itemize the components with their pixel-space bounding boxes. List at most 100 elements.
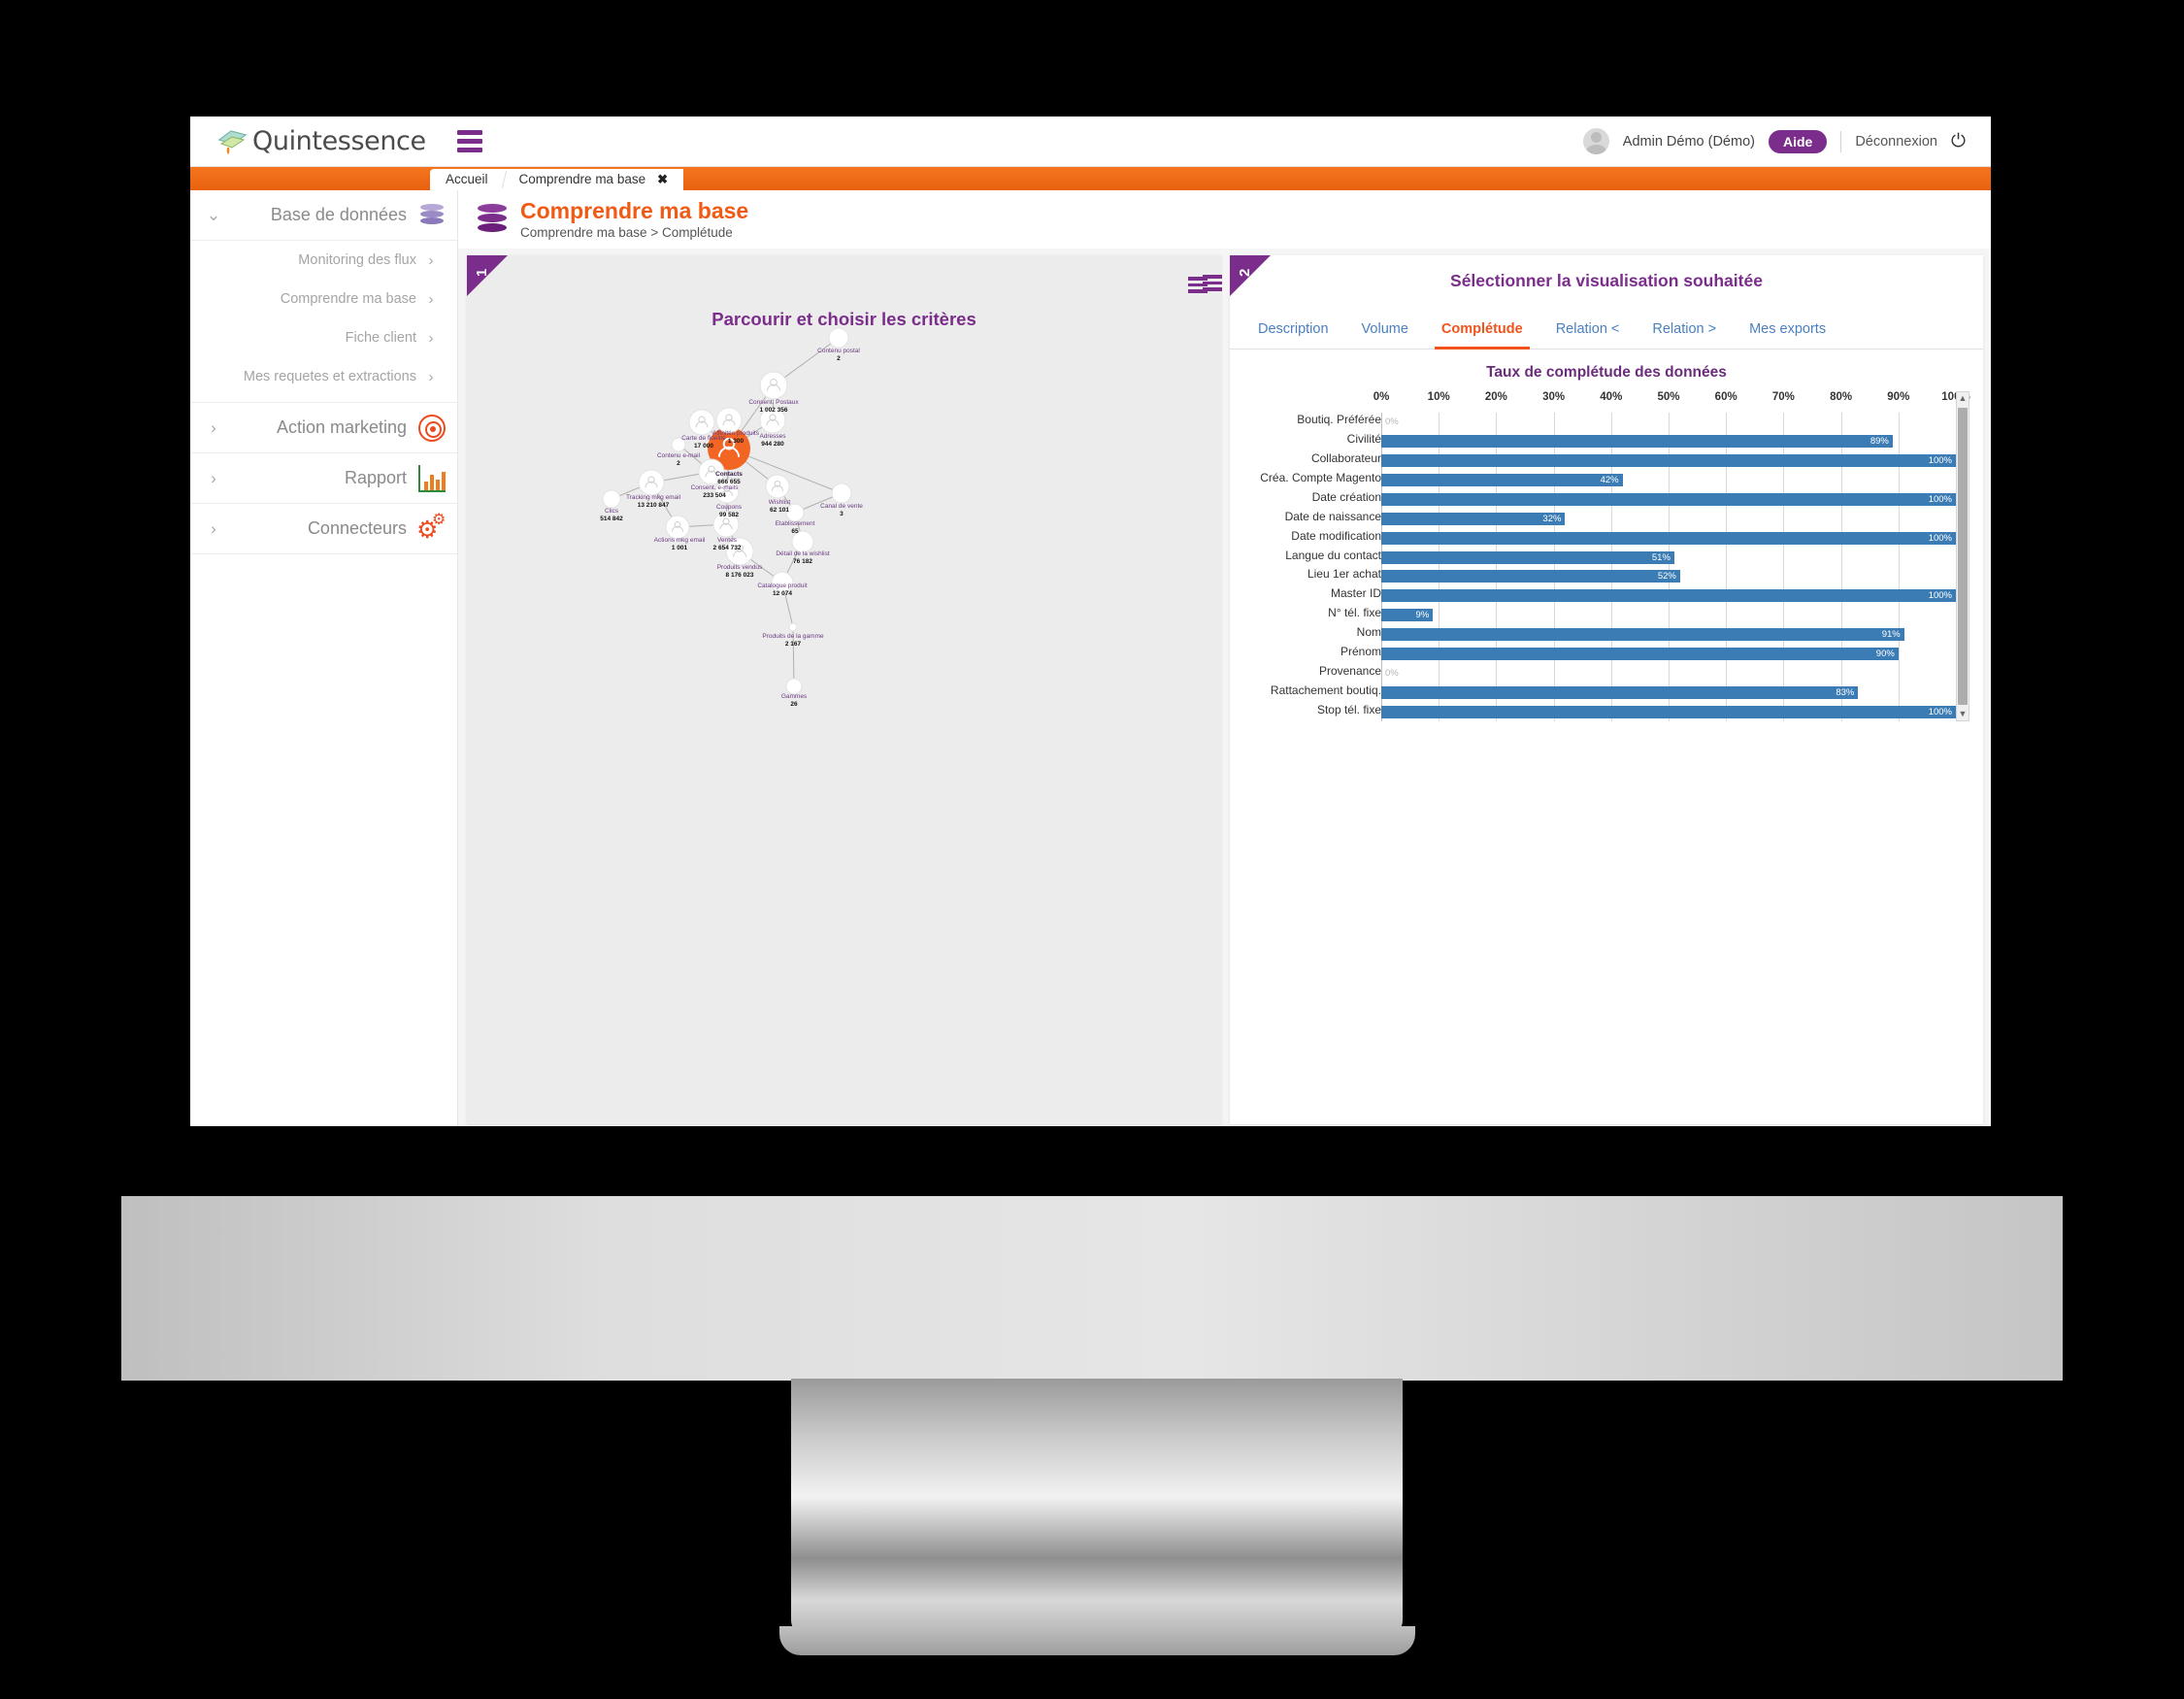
graph-node[interactable]: [785, 503, 805, 522]
tab-relation-out[interactable]: Relation >: [1636, 310, 1733, 350]
bar-value-label: 100%: [1928, 455, 1952, 467]
graph-node[interactable]: [771, 571, 794, 594]
sidebar-item-mes-requetes-et-extractions[interactable]: Mes requetes et extractions ›: [190, 357, 457, 396]
sidebar: ⌄ Base de données Monitoring des flux › …: [190, 190, 458, 1126]
bar-value-label: 90%: [1875, 648, 1895, 659]
scroll-down-arrow-icon[interactable]: ▼: [1957, 708, 1969, 720]
avatar[interactable]: [1582, 128, 1609, 154]
tab-description[interactable]: Description: [1241, 310, 1345, 350]
chart-bar-row[interactable]: Lieu 1er achat 52%: [1243, 567, 1969, 583]
chart-bar-row[interactable]: Collaborateur 100%: [1243, 451, 1969, 468]
sidebar-item-label: Mes requetes et extractions: [243, 369, 416, 384]
chart-bar-row[interactable]: Civilité 89%: [1243, 432, 1969, 449]
graph-node[interactable]: [791, 530, 814, 553]
main-menu-hamburger-icon[interactable]: [456, 130, 482, 152]
logout-link[interactable]: Déconnexion: [1855, 134, 1937, 150]
bar-value-label: 9%: [1415, 610, 1430, 621]
tab-relation-in[interactable]: Relation <: [1539, 310, 1637, 350]
x-axis-tick: 50%: [1657, 391, 1680, 403]
chart-bar-row[interactable]: Date création 100%: [1243, 490, 1969, 506]
criteria-network-graph[interactable]: [467, 255, 1221, 1124]
tab-label: Comprendre ma base: [518, 172, 646, 186]
viz-panel-menu-icon[interactable]: [1203, 275, 1222, 291]
chart-bar[interactable]: 90%: [1381, 647, 1899, 660]
chart-bar[interactable]: 42%: [1381, 474, 1623, 487]
chart-bar[interactable]: 52%: [1381, 570, 1680, 583]
chart-bar-row[interactable]: Date de naissance 32%: [1243, 510, 1969, 525]
bar-category-label: Master ID: [1330, 586, 1381, 601]
chart-bar[interactable]: 100%: [1381, 492, 1956, 506]
breadcrumb: Comprendre ma base > Complétude: [520, 224, 733, 240]
sidebar-item-fiche-client[interactable]: Fiche client ›: [190, 318, 457, 357]
bar-category-label: Créa. Compte Magento: [1260, 471, 1381, 485]
chart-bar[interactable]: 51%: [1381, 550, 1674, 564]
x-axis-tick: 80%: [1830, 391, 1853, 403]
chart-bar-row[interactable]: Date modification 100%: [1243, 529, 1969, 545]
tab-comprendre-ma-base[interactable]: Comprendre ma base ✖: [503, 169, 684, 191]
chart-bar[interactable]: 9%: [1381, 609, 1434, 622]
graph-panel: 1 Parcourir et choisir les critères Cont…: [467, 255, 1221, 1124]
chevron-right-icon: ›: [428, 368, 434, 385]
chart-bar[interactable]: 100%: [1381, 454, 1956, 468]
sidebar-group-connecteurs[interactable]: › Connecteurs: [190, 504, 457, 554]
tab-completude[interactable]: Complétude: [1425, 310, 1539, 350]
chart-scrollbar[interactable]: ▲ ▼: [1956, 391, 1969, 721]
tab-volume[interactable]: Volume: [1345, 310, 1425, 350]
power-icon[interactable]: ⏻: [1951, 132, 1966, 150]
bar-value-label: 32%: [1542, 513, 1562, 524]
chart-title: Taux de complétude des données: [1486, 364, 1727, 381]
chart-bar[interactable]: 100%: [1381, 531, 1956, 545]
chart-bar-row[interactable]: Stop tél. fixe 100%: [1243, 703, 1969, 718]
scroll-up-arrow-icon[interactable]: ▲: [1957, 392, 1969, 405]
graph-node[interactable]: [788, 622, 798, 632]
bar-value-label: 89%: [1870, 436, 1889, 448]
graph-node[interactable]: [828, 327, 849, 349]
brand[interactable]: Quintessence: [215, 126, 426, 156]
sidebar-item-label: Fiche client: [345, 330, 416, 346]
graph-node[interactable]: [671, 437, 686, 452]
chart-bar-row[interactable]: Langue du contact 51%: [1243, 549, 1969, 564]
visualization-panel-title: Sélectionner la visualisation souhaitée: [1450, 271, 1763, 290]
graph-node[interactable]: [831, 483, 852, 504]
help-button[interactable]: Aide: [1768, 129, 1828, 153]
chart-bar-row[interactable]: Nom 91%: [1243, 625, 1969, 642]
brand-name: Quintessence: [252, 126, 426, 156]
bar-value-label: 100%: [1928, 706, 1952, 717]
database-icon: [478, 204, 509, 235]
tab-accueil[interactable]: Accueil: [430, 169, 504, 191]
chart-bar-row[interactable]: Provenance 0%: [1243, 664, 1969, 680]
chart-bar-row[interactable]: Rattachement boutiq. 83%: [1243, 683, 1969, 699]
chart-bar[interactable]: 32%: [1381, 512, 1566, 525]
chevron-right-icon: ›: [211, 518, 216, 538]
bar-value-label: 52%: [1657, 571, 1676, 583]
bar-category-label: N° tél. fixe: [1328, 606, 1381, 620]
chart-bar[interactable]: 100%: [1381, 589, 1956, 603]
chart-bar[interactable]: 83%: [1381, 685, 1859, 699]
chart-bar[interactable]: 100%: [1381, 705, 1956, 718]
close-icon[interactable]: ✖: [657, 172, 668, 187]
tab-mes-exports[interactable]: Mes exports: [1733, 310, 1842, 350]
chart-bar-row[interactable]: Créa. Compte Magento 42%: [1243, 471, 1969, 487]
x-axis-tick: 70%: [1771, 391, 1795, 403]
graph-node[interactable]: [602, 489, 621, 509]
sidebar-group-base-de-donnees[interactable]: ⌄ Base de données: [190, 190, 457, 241]
chart-bar-row[interactable]: Prénom 90%: [1243, 645, 1969, 660]
sidebar-group-rapport[interactable]: › Rapport: [190, 453, 457, 504]
chevron-right-icon: ›: [211, 468, 216, 487]
chart-bar-row[interactable]: Master ID 100%: [1243, 586, 1969, 603]
sidebar-item-monitoring-des-flux[interactable]: Monitoring des flux ›: [190, 241, 457, 280]
chart-bar[interactable]: 89%: [1381, 435, 1893, 449]
chart-bar-row[interactable]: Boutiq. Préférée 0%: [1243, 413, 1969, 428]
sidebar-item-comprendre-ma-base[interactable]: Comprendre ma base ›: [190, 280, 457, 318]
page-header: Comprendre ma base Comprendre ma base > …: [458, 190, 1991, 249]
bar-category-label: Rattachement boutiq.: [1270, 683, 1381, 697]
scrollbar-thumb[interactable]: [1958, 408, 1968, 705]
chart-bar-row[interactable]: N° tél. fixe 9%: [1243, 606, 1969, 622]
chart-bar[interactable]: 91%: [1381, 628, 1904, 642]
completeness-bar-chart: 0% 10% 20% 30% 40% 50% 60% 70% 80% 90% 100% Boutiq…: [1243, 391, 1970, 721]
bar-category-label: Prénom: [1340, 644, 1381, 658]
gears-icon: [416, 513, 446, 543]
chevron-right-icon: ›: [428, 290, 434, 308]
graph-node[interactable]: [785, 678, 803, 695]
sidebar-group-action-marketing[interactable]: › Action marketing: [190, 403, 457, 453]
